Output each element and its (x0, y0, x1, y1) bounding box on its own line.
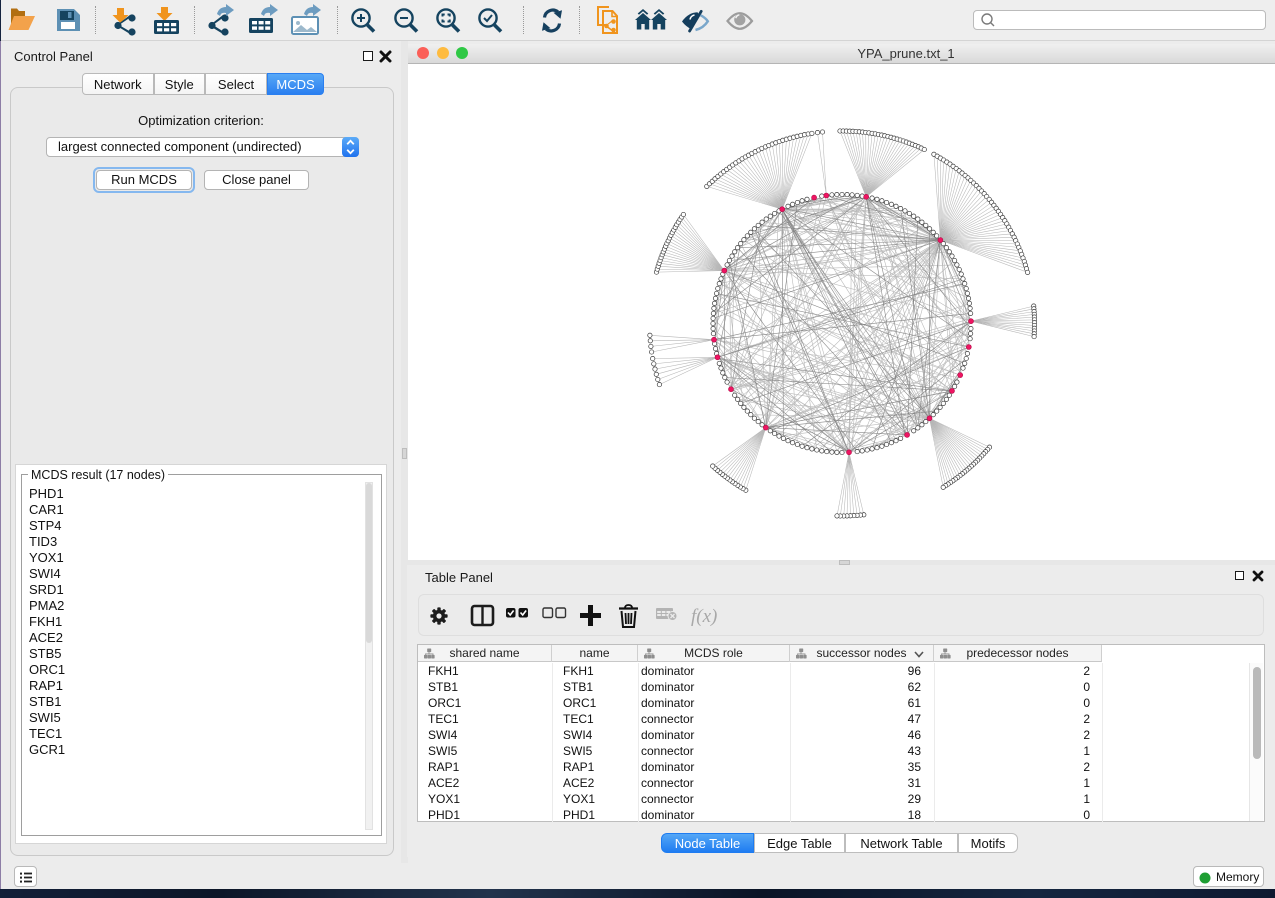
svg-text:f(x): f(x) (691, 606, 717, 627)
